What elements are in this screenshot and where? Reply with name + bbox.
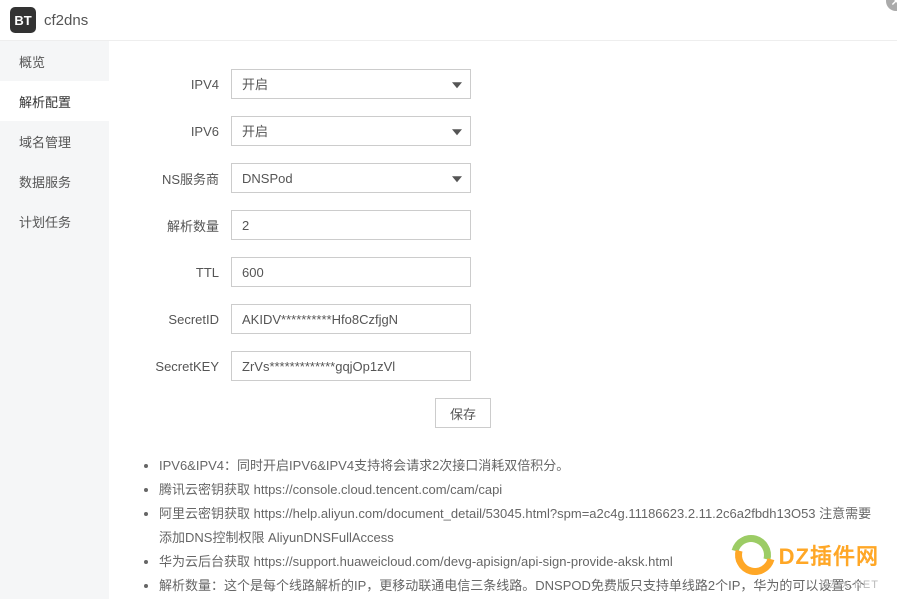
help-list: IPV6&IPV4：同时开启IPV6&IPV4支持将会请求2次接口消耗双倍积分。… [129, 454, 877, 598]
row-resolve-count: 解析数量 [129, 210, 877, 240]
help-item: IPV6&IPV4：同时开启IPV6&IPV4支持将会请求2次接口消耗双倍积分。 [159, 454, 877, 478]
sidebar-item-cron-tasks[interactable]: 计划任务 [0, 201, 109, 241]
sidebar-item-data-service[interactable]: 数据服务 [0, 161, 109, 201]
input-resolve-count[interactable] [231, 210, 471, 240]
sidebar-item-resolve-config[interactable]: 解析配置 [0, 81, 109, 121]
label-ns-provider: NS服务商 [129, 169, 219, 188]
input-ttl[interactable] [231, 257, 471, 287]
main-layout: 概览 解析配置 域名管理 数据服务 计划任务 IPV4 开启 IPV6 [0, 41, 897, 599]
bt-logo-icon: BT [10, 7, 36, 33]
row-ipv4: IPV4 开启 [129, 69, 877, 99]
watermark-subtext: DZ-X.NET [820, 579, 879, 591]
label-ipv4: IPV4 [129, 77, 219, 92]
select-ns-provider[interactable]: DNSPod [231, 163, 471, 193]
sidebar-item-label: 数据服务 [19, 172, 71, 191]
save-button[interactable]: 保存 [435, 398, 491, 428]
label-ttl: TTL [129, 265, 219, 280]
help-item: 解析数量：这个是每个线路解析的IP，更移动联通电信三条线路。DNSPOD免费版只… [159, 574, 877, 598]
sidebar-item-label: 解析配置 [19, 92, 71, 111]
select-ipv6[interactable]: 开启 [231, 116, 471, 146]
sidebar-item-overview[interactable]: 概览 [0, 41, 109, 81]
help-item: 华为云后台获取 https://support.huaweicloud.com/… [159, 550, 877, 574]
sidebar-item-label: 概览 [19, 52, 45, 71]
app-header: BT cf2dns ✕ [0, 0, 897, 41]
input-secret-key[interactable] [231, 351, 471, 381]
sidebar: 概览 解析配置 域名管理 数据服务 计划任务 [0, 41, 109, 599]
sidebar-item-domain-manage[interactable]: 域名管理 [0, 121, 109, 161]
sidebar-item-label: 域名管理 [19, 132, 71, 151]
close-icon[interactable]: ✕ [886, 0, 897, 11]
submit-row: 保存 [129, 398, 877, 428]
content-panel: IPV4 开启 IPV6 开启 NS服务商 DNSPod [109, 41, 897, 599]
input-secret-id[interactable] [231, 304, 471, 334]
app-title: cf2dns [44, 12, 88, 29]
row-ttl: TTL [129, 257, 877, 287]
row-secret-id: SecretID [129, 304, 877, 334]
help-item: 阿里云密钥获取 https://help.aliyun.com/document… [159, 502, 877, 550]
label-ipv6: IPV6 [129, 124, 219, 139]
row-secret-key: SecretKEY [129, 351, 877, 381]
label-resolve-count: 解析数量 [129, 216, 219, 235]
label-secret-id: SecretID [129, 312, 219, 327]
row-ipv6: IPV6 开启 [129, 116, 877, 146]
sidebar-item-label: 计划任务 [19, 212, 71, 231]
label-secret-key: SecretKEY [129, 359, 219, 374]
help-item: 腾讯云密钥获取 https://console.cloud.tencent.co… [159, 478, 877, 502]
row-ns-provider: NS服务商 DNSPod [129, 163, 877, 193]
select-ipv4[interactable]: 开启 [231, 69, 471, 99]
